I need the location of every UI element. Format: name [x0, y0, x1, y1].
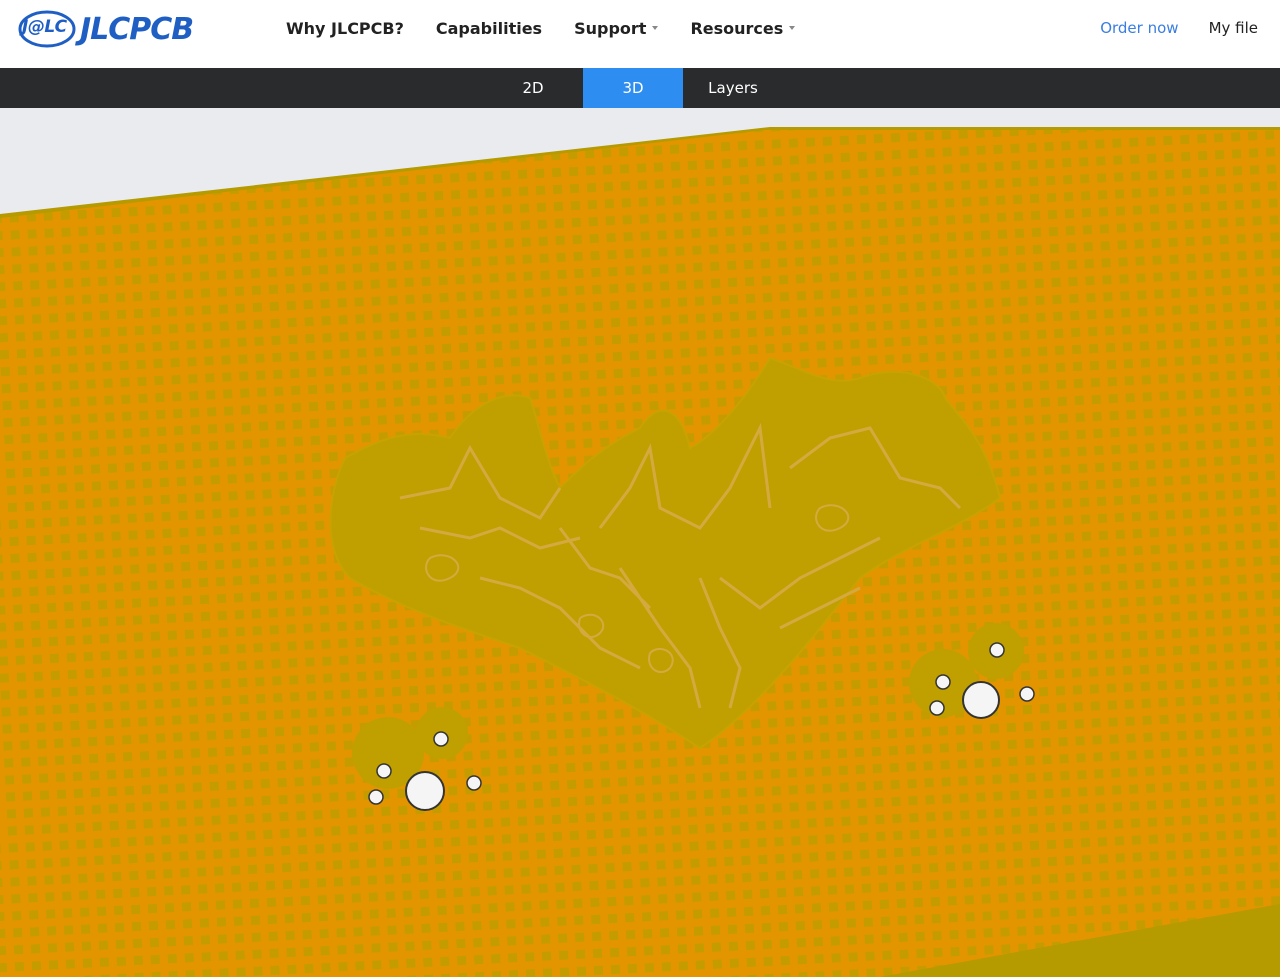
nav-label: Support — [574, 18, 647, 38]
header-right-links: Order now My file — [1100, 0, 1258, 56]
nav-capabilities[interactable]: Capabilities — [436, 19, 542, 38]
tab-label: Layers — [708, 79, 758, 97]
nav-label: Why JLCPCB? — [286, 18, 404, 38]
logo-wordmark: JLCPCB — [80, 11, 194, 47]
chevron-down-icon — [652, 26, 659, 30]
order-now-link[interactable]: Order now — [1100, 19, 1178, 37]
logo-badge-text: J@LC — [22, 17, 67, 37]
tab-label: 2D — [522, 79, 544, 97]
view-tab-bar: 2D 3D Layers — [0, 68, 1280, 108]
my-file-link[interactable]: My file — [1209, 19, 1258, 37]
nav-why-jlcpcb[interactable]: Why JLCPCB? — [286, 19, 404, 38]
nav-resources[interactable]: Resources — [690, 18, 796, 38]
tab-layers[interactable]: Layers — [683, 68, 783, 108]
nav-support[interactable]: Support — [574, 18, 659, 38]
pcb-3d-viewer[interactable] — [0, 108, 1280, 977]
tab-3d[interactable]: 3D — [583, 68, 683, 108]
pcb-board-render[interactable] — [0, 108, 1280, 977]
chevron-down-icon — [789, 26, 796, 30]
main-nav: Why JLCPCB? Capabilities Support Resourc… — [270, 0, 811, 56]
tab-label: 3D — [622, 79, 644, 97]
logo-badge: J@LC — [18, 9, 76, 49]
top-navigation-bar: J@LC JLCPCB Why JLCPCB? Capabilities Sup… — [0, 0, 1280, 69]
tab-2d[interactable]: 2D — [483, 68, 583, 108]
nav-label: Capabilities — [435, 18, 543, 38]
jlcpcb-logo[interactable]: J@LC JLCPCB — [18, 8, 224, 50]
nav-label: Resources — [690, 18, 784, 38]
